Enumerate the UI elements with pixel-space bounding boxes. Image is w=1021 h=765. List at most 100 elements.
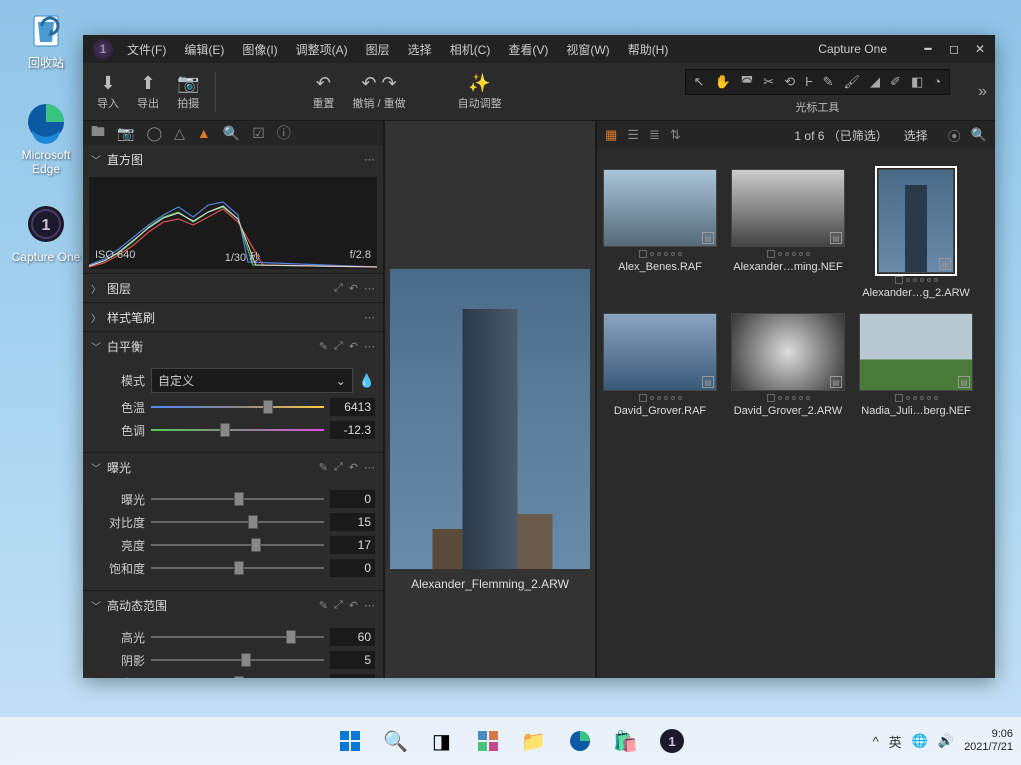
menu-adjustments[interactable]: 调整项(A)	[288, 37, 356, 62]
desktop-recycle-bin[interactable]: 回收站	[8, 6, 84, 70]
reset-icon[interactable]: ↶	[349, 461, 358, 474]
edge-taskbar-button[interactable]	[560, 721, 600, 761]
section-menu-icon[interactable]: ⋯	[364, 311, 375, 324]
exposure-slider[interactable]	[151, 492, 324, 506]
tab-color-icon[interactable]: △	[174, 125, 185, 142]
rating-bar[interactable]	[767, 250, 810, 258]
pointer-tool[interactable]: ↖	[694, 74, 705, 90]
reset-button[interactable]: ↶重置	[306, 71, 340, 113]
wb-mode-select[interactable]: 自定义⌄	[151, 368, 353, 393]
store-button[interactable]: 🛍️	[606, 721, 646, 761]
auto-adjust-button[interactable]: ✨自动调整	[452, 71, 508, 113]
thumbnail-item[interactable]: ▤ Alex_Benes.RAF	[603, 169, 717, 299]
menu-help[interactable]: 帮助(H)	[620, 37, 677, 62]
filmstrip-icon[interactable]: ≣	[649, 127, 660, 143]
thumbnail-item[interactable]: ▤ David_Grover.RAF	[603, 313, 717, 417]
highlight-value[interactable]: 60	[330, 628, 375, 646]
image-viewer[interactable]: Alexander_Flemming_2.ARW	[385, 121, 595, 678]
spot-tool[interactable]: ✎	[823, 74, 834, 90]
capture-button[interactable]: 📷拍摄	[171, 71, 205, 113]
grid-view-icon[interactable]: ▦	[605, 127, 617, 143]
start-button[interactable]	[330, 721, 370, 761]
expand-icon[interactable]: ⤢	[334, 461, 343, 474]
capture-one-taskbar-button[interactable]: 1	[652, 721, 692, 761]
heal-tool[interactable]: 🖌	[844, 74, 861, 90]
menu-select[interactable]: 选择	[400, 37, 440, 62]
section-menu-icon[interactable]: ⋯	[364, 461, 375, 474]
minimize-button[interactable]: ━	[917, 40, 939, 58]
file-explorer-button[interactable]: 📁	[514, 721, 554, 761]
tint-value[interactable]: -12.3	[330, 421, 375, 439]
rotate-tool[interactable]: ⟲	[784, 74, 795, 90]
rating-bar[interactable]	[639, 250, 682, 258]
hand-tool[interactable]: ✋	[714, 74, 730, 90]
volume-icon[interactable]: 🔊	[938, 733, 954, 749]
white-value[interactable]: 0	[330, 674, 375, 678]
section-menu-icon[interactable]: ⋯	[364, 599, 375, 612]
hdr-header[interactable]: ﹀ 高动态范围 ✎ ⤢ ↶ ⋯	[83, 591, 383, 619]
thumbnail-item[interactable]: ▤ Nadia_Juli…berg.NEF	[859, 313, 973, 417]
exposure-value[interactable]: 0	[330, 490, 375, 508]
tray-overflow-icon[interactable]: ^	[873, 734, 879, 749]
tab-capture-icon[interactable]: 📷	[117, 125, 134, 142]
loupe-tool[interactable]: ◚	[741, 74, 754, 90]
tab-details-icon[interactable]: 🔍	[223, 125, 240, 142]
expand-icon[interactable]: ⤢	[334, 282, 343, 295]
shadow-value[interactable]: 5	[330, 651, 375, 669]
search-icon[interactable]: 🔍	[971, 127, 987, 143]
highlight-slider[interactable]	[151, 630, 324, 644]
section-menu-icon[interactable]: ⋯	[364, 340, 375, 353]
picker-icon[interactable]: ✎	[319, 340, 328, 353]
close-button[interactable]: ✕	[969, 40, 991, 58]
clock[interactable]: 9:06 2021/7/21	[964, 728, 1013, 754]
network-icon[interactable]: 🌐	[912, 733, 928, 749]
tab-lens-icon[interactable]: ◯	[146, 125, 162, 142]
section-menu-icon[interactable]: ⋯	[364, 153, 375, 166]
section-menu-icon[interactable]: ⋯	[364, 282, 375, 295]
gradient-tool[interactable]: ◧	[911, 74, 923, 90]
thumbnail-item[interactable]: ▤ David_Grover_2.ARW	[731, 313, 845, 417]
widgets-button[interactable]	[468, 721, 508, 761]
style-brush-header[interactable]: 〉 样式笔刷 ⋯	[83, 303, 383, 331]
contrast-slider[interactable]	[151, 515, 324, 529]
temp-value[interactable]: 6413	[330, 398, 375, 416]
eyedropper-icon[interactable]: 💧	[359, 373, 375, 389]
mask-tool[interactable]: ◢	[870, 74, 880, 90]
white-slider[interactable]	[151, 676, 324, 678]
temp-slider[interactable]	[151, 400, 324, 414]
menu-camera[interactable]: 相机(C)	[442, 37, 499, 62]
brightness-value[interactable]: 17	[330, 536, 375, 554]
menu-view[interactable]: 查看(V)	[500, 37, 556, 62]
rating-bar[interactable]	[895, 394, 938, 402]
tab-adjustments-icon[interactable]: ☑	[252, 125, 265, 142]
saturation-slider[interactable]	[151, 561, 324, 575]
keystone-tool[interactable]: Ⱶ	[805, 74, 813, 90]
menu-image[interactable]: 图像(I)	[234, 37, 285, 62]
expand-icon[interactable]: ⤢	[334, 599, 343, 612]
reset-icon[interactable]: ↶	[349, 282, 358, 295]
eraser-tool[interactable]: ✐	[890, 74, 901, 90]
undo-redo-button[interactable]: ↶ ↷撤销 / 重做	[346, 71, 411, 113]
rating-bar[interactable]	[639, 394, 682, 402]
menu-window[interactable]: 视窗(W)	[558, 37, 617, 62]
radial-tool[interactable]: ◔	[933, 74, 941, 90]
saturation-value[interactable]: 0	[330, 559, 375, 577]
rating-bar[interactable]	[895, 276, 938, 284]
crop-tool[interactable]: ✂	[763, 74, 774, 90]
import-button[interactable]: ⬇导入	[91, 71, 125, 113]
browser-select[interactable]: 选择	[904, 127, 928, 144]
contrast-value[interactable]: 15	[330, 513, 375, 531]
thumbnail-item[interactable]: ▤ Alexander…g_2.ARW	[859, 169, 973, 299]
filter-icon[interactable]: ⦿	[948, 126, 961, 145]
list-view-icon[interactable]: ☰	[627, 127, 639, 143]
picker-icon[interactable]: ✎	[319, 599, 328, 612]
reset-icon[interactable]: ↶	[349, 340, 358, 353]
tint-slider[interactable]	[151, 423, 324, 437]
histogram-header[interactable]: ﹀ 直方图 ⋯	[83, 145, 383, 173]
desktop-edge[interactable]: Microsoft Edge	[8, 98, 84, 177]
picker-icon[interactable]: ✎	[319, 461, 328, 474]
thumbnail-item[interactable]: ▤ Alexander…ming.NEF	[731, 169, 845, 299]
ime-indicator[interactable]: 英	[889, 732, 902, 751]
search-button[interactable]: 🔍	[376, 721, 416, 761]
task-view-button[interactable]: ◨	[422, 721, 462, 761]
